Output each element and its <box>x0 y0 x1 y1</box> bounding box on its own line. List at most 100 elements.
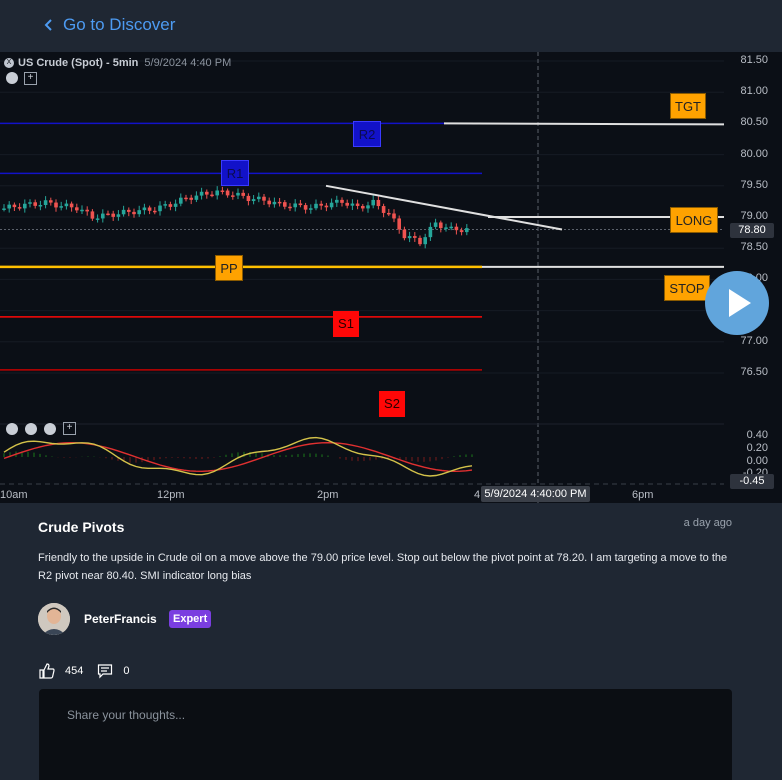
indicator-add-icon[interactable]: + <box>63 422 76 435</box>
candle-body <box>158 205 162 212</box>
candle-body <box>303 205 308 210</box>
comment-count: 0 <box>123 665 130 677</box>
candle-body <box>236 192 240 196</box>
candle-body <box>392 213 396 219</box>
r2-label: R2 <box>353 121 381 147</box>
candle-body <box>184 197 188 200</box>
crosshair-time-tag: 5/9/2024 4:40:00 PM <box>481 486 590 502</box>
candle-body <box>90 211 95 219</box>
candle-body <box>142 207 147 211</box>
candle-body <box>251 199 256 202</box>
candle-body <box>64 203 69 207</box>
candle-body <box>314 203 318 209</box>
candle-body <box>23 203 27 209</box>
candle-body <box>241 192 245 196</box>
candle-body <box>324 205 329 208</box>
candle-body <box>75 207 79 211</box>
candle-body <box>127 209 131 212</box>
indicator-tool-icon[interactable] <box>6 423 18 435</box>
indicator-tick-label: 0.20 <box>746 442 768 454</box>
post-time: a day ago <box>683 517 732 529</box>
author-name[interactable]: PeterFrancis <box>84 612 157 626</box>
indicator-up-icon[interactable] <box>44 423 56 435</box>
indicator-tick-label: 0.00 <box>746 455 768 467</box>
play-icon <box>729 289 751 317</box>
go-to-discover-link[interactable]: Go to Discover <box>44 13 175 37</box>
candle-body <box>423 237 427 245</box>
y-tick-label: 81.00 <box>740 85 768 98</box>
candle-body <box>309 208 313 210</box>
like-icon[interactable] <box>39 663 55 679</box>
candle-body <box>153 210 157 213</box>
s2-label: S2 <box>379 391 405 417</box>
candle-body <box>454 226 459 231</box>
chart-timestamp: 5/9/2024 4:40 PM <box>144 57 232 69</box>
x-tick-label: 6pm <box>632 489 654 501</box>
candle-body <box>69 203 74 208</box>
candle-body <box>402 229 407 239</box>
candle-body <box>132 211 136 215</box>
price-chart[interactable]: X US Crude (Spot) - 5min 5/9/2024 4:40 P… <box>0 52 782 503</box>
indicator-down-icon[interactable] <box>25 423 37 435</box>
candle-body <box>225 190 230 196</box>
candle-body <box>439 222 443 229</box>
candle-body <box>173 203 178 207</box>
candle-body <box>137 210 141 215</box>
chart-symbol-header: X US Crude (Spot) - 5min 5/9/2024 4:40 P… <box>4 55 231 71</box>
post-title: Crude Pivots <box>38 519 125 535</box>
y-tick-label: 79.50 <box>740 178 768 191</box>
candle-body <box>215 190 219 196</box>
drawing-tool-icon[interactable] <box>6 72 18 84</box>
candle-body <box>397 218 401 230</box>
avatar[interactable] <box>38 603 70 635</box>
candle-body <box>121 209 126 215</box>
candle-body <box>262 196 266 201</box>
candle-body <box>267 200 271 205</box>
candle-body <box>116 214 121 217</box>
candle-body <box>350 203 355 206</box>
y-tick-label: 77.00 <box>740 334 768 347</box>
tgt-label: TGT <box>670 93 706 119</box>
candle-body <box>428 226 433 238</box>
candle-body <box>465 228 469 233</box>
add-indicator-icon[interactable]: + <box>24 72 37 85</box>
candle-body <box>147 207 152 211</box>
avatar-image <box>38 603 70 635</box>
candle-body <box>257 196 261 200</box>
candle-body <box>413 236 417 238</box>
candle-body <box>459 230 464 233</box>
comment-box <box>39 689 732 780</box>
y-tick-label: 76.50 <box>740 366 768 378</box>
y-tick-label: 81.50 <box>740 54 768 66</box>
candle-body <box>205 191 209 195</box>
candle-body <box>272 201 277 205</box>
x-tick-label: 4 <box>474 489 481 501</box>
indicator-value-tag: -0.45 <box>730 474 774 489</box>
candle-body <box>12 204 17 208</box>
back-label: Go to Discover <box>63 15 176 34</box>
long-label: LONG <box>670 207 718 233</box>
comment-input[interactable] <box>39 689 732 741</box>
candle-body <box>319 203 323 206</box>
candle-body <box>361 205 365 209</box>
y-tick-label: 80.50 <box>740 116 768 129</box>
candle-body <box>2 208 6 210</box>
candle-body <box>246 195 251 202</box>
s1-label: S1 <box>333 311 359 337</box>
candle-body <box>407 236 412 239</box>
play-button[interactable] <box>705 271 769 335</box>
candle-body <box>376 199 381 207</box>
candle-body <box>168 204 173 207</box>
comment-icon[interactable] <box>97 663 113 679</box>
pp-label: PP <box>215 255 243 281</box>
y-tick-label: 80.00 <box>740 147 768 160</box>
candle-body <box>283 202 287 207</box>
candle-body <box>194 195 199 200</box>
candle-body <box>54 202 58 208</box>
candle-body <box>329 202 334 208</box>
candle-body <box>220 190 225 192</box>
role-badge: Expert <box>169 610 212 628</box>
x-tick-label: 12pm <box>157 489 185 501</box>
x-tick-label: 2pm <box>317 489 339 501</box>
candle-body <box>28 202 32 204</box>
